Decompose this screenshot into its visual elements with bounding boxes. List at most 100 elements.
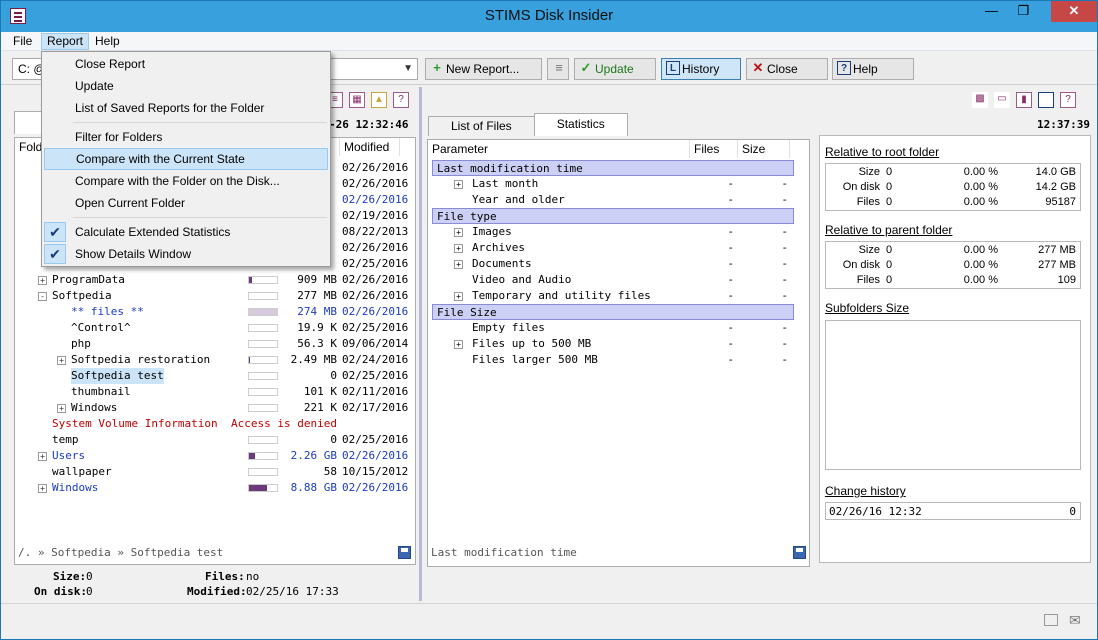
col-files[interactable]: Files: [690, 140, 738, 158]
root-folder-title[interactable]: Relative to root folder: [825, 145, 939, 159]
stat-label: Archives: [472, 241, 525, 254]
stat-group-header[interactable]: File type: [432, 208, 794, 224]
detail-row: On disk 0 0.00 % 14.2 GB: [826, 180, 1080, 195]
history-button[interactable]: L History: [661, 58, 741, 80]
menu-item-open-folder[interactable]: Open Current Folder: [44, 192, 328, 214]
menu-report[interactable]: Report: [41, 33, 90, 50]
menu-item-compare-disk[interactable]: Compare with the Folder on the Disk...: [44, 170, 328, 192]
size-bar: [248, 372, 278, 380]
expand-icon[interactable]: +: [38, 484, 47, 493]
save-icon[interactable]: [398, 546, 411, 559]
tab-folders[interactable]: [14, 111, 44, 134]
tree-row-name: ProgramData: [52, 273, 125, 286]
stat-row[interactable]: Video and Audio - -: [428, 272, 798, 288]
tree-row[interactable]: + Users 2.26 GB 02/26/2016: [15, 448, 410, 464]
update-label: Update: [595, 62, 634, 76]
collapse-icon[interactable]: -: [38, 292, 47, 301]
parent-folder-title[interactable]: Relative to parent folder: [825, 223, 952, 237]
expand-icon[interactable]: +: [454, 180, 463, 189]
stat-group-header[interactable]: File Size: [432, 304, 794, 320]
tree-row[interactable]: wallpaper 58 10/15/2012: [15, 464, 410, 480]
expand-icon[interactable]: +: [38, 452, 47, 461]
stat-group-header[interactable]: Last modification time: [432, 160, 794, 176]
help-icon[interactable]: ?: [393, 92, 409, 108]
size-label: Size:: [53, 570, 87, 583]
stat-row[interactable]: Empty files - -: [428, 320, 798, 336]
bar-chart-icon[interactable]: ▩: [972, 92, 988, 108]
stat-row[interactable]: Temporary and utility files + - -: [428, 288, 798, 304]
new-report-button[interactable]: + New Report...: [425, 58, 542, 80]
menu-file[interactable]: File: [8, 33, 37, 50]
window-icon[interactable]: [1038, 92, 1054, 108]
expand-icon[interactable]: +: [38, 276, 47, 285]
help-icon[interactable]: ?: [1060, 92, 1076, 108]
change-history-title[interactable]: Change history: [825, 484, 906, 498]
expand-icon[interactable]: +: [454, 244, 463, 253]
tree-row[interactable]: ^Control^ 19.9 K 02/25/2016: [15, 320, 410, 336]
column-chart-icon[interactable]: ▭: [994, 92, 1010, 108]
tab-list-of-files[interactable]: List of Files: [428, 116, 535, 136]
size-bar: [248, 388, 278, 396]
stat-row[interactable]: Images + - -: [428, 224, 798, 240]
tree-row[interactable]: + Windows 221 K 02/17/2016: [15, 400, 410, 416]
update-button[interactable]: ✓ Update: [574, 58, 656, 80]
stat-row[interactable]: Last month + - -: [428, 176, 798, 192]
menu-item-extended-stats-row[interactable]: ✔ Calculate Extended Statistics: [42, 221, 330, 243]
stat-files: -: [727, 225, 734, 238]
tree-row[interactable]: + ProgramData 909 MB 02/26/2016: [15, 272, 410, 288]
menu-item-extended-stats[interactable]: Calculate Extended Statistics: [44, 221, 328, 243]
stat-row[interactable]: Archives + - -: [428, 240, 798, 256]
menu-item-update[interactable]: Update: [44, 75, 328, 97]
stat-row[interactable]: Files up to 500 MB + - -: [428, 336, 798, 352]
menu-help[interactable]: Help: [90, 33, 125, 50]
menu-item-saved-reports[interactable]: List of Saved Reports for the Folder: [44, 97, 328, 119]
tab-statistics[interactable]: Statistics: [533, 113, 628, 136]
chart-icon[interactable]: ▦: [349, 92, 365, 108]
maximize-icon[interactable]: ❐: [1010, 1, 1037, 22]
tree-row[interactable]: + Windows 8.88 GB 02/26/2016: [15, 480, 410, 496]
tree-row[interactable]: temp 0 02/25/2016: [15, 432, 410, 448]
tree-row[interactable]: - Softpedia 277 MB 02/26/2016: [15, 288, 410, 304]
tree-row[interactable]: thumbnail 101 K 02/11/2016: [15, 384, 410, 400]
menu-item-compare-current[interactable]: Compare with the Current State: [44, 148, 328, 170]
filter-button[interactable]: ≡: [547, 58, 569, 80]
save-icon[interactable]: [793, 546, 806, 559]
folder-icon[interactable]: ▲: [371, 92, 387, 108]
subfolders-size-title[interactable]: Subfolders Size: [825, 301, 909, 315]
col-parameter[interactable]: Parameter: [428, 140, 690, 158]
expand-icon[interactable]: +: [454, 228, 463, 237]
tree-row[interactable]: Softpedia test 0 02/25/2016: [15, 368, 410, 384]
help-button[interactable]: ? Help: [832, 58, 914, 80]
expand-icon[interactable]: +: [454, 260, 463, 269]
stat-row[interactable]: Documents + - -: [428, 256, 798, 272]
stat-row[interactable]: Files larger 500 MB - -: [428, 352, 798, 368]
expand-icon[interactable]: +: [57, 356, 66, 365]
mail-icon[interactable]: ✉: [1069, 612, 1081, 629]
tree-row-size: 101 K: [303, 385, 337, 398]
history-row[interactable]: 02/26/16 12:32 0: [826, 504, 1080, 519]
columns-icon[interactable]: [1044, 614, 1058, 626]
close-report-button[interactable]: ✕ Close: [746, 58, 828, 80]
tree-row[interactable]: System Volume Information Access is denie…: [15, 416, 410, 432]
menu-item-filter-folders[interactable]: Filter for Folders: [44, 126, 328, 148]
close-label: Close: [767, 62, 798, 76]
menu-item-details-window[interactable]: Show Details Window: [44, 243, 328, 265]
histogram-icon[interactable]: ▮: [1016, 92, 1032, 108]
menu-item-details-window-row[interactable]: ✔ Show Details Window: [42, 243, 330, 265]
tree-row[interactable]: + Softpedia restoration 2.49 MB 02/24/2016: [15, 352, 410, 368]
window-title: STIMS Disk Insider: [484, 7, 614, 24]
tree-row[interactable]: ** files ** 274 MB 02/26/2016: [15, 304, 410, 320]
tree-row[interactable]: php 56.3 K 09/06/2014: [15, 336, 410, 352]
col-modified[interactable]: Modified: [340, 138, 400, 156]
minimize-icon[interactable]: —: [978, 1, 1005, 22]
stat-row[interactable]: Year and older - -: [428, 192, 798, 208]
report-time: -26 12:32:46: [329, 118, 409, 131]
expand-icon[interactable]: +: [57, 404, 66, 413]
expand-icon[interactable]: +: [454, 340, 463, 349]
tree-row-size: 277 MB: [297, 289, 337, 302]
close-window-button[interactable]: ✕: [1051, 1, 1097, 22]
detail-label: Files: [856, 274, 880, 286]
col-size[interactable]: Size: [738, 140, 790, 158]
expand-icon[interactable]: +: [454, 292, 463, 301]
menu-item-close-report[interactable]: Close Report: [44, 53, 328, 75]
